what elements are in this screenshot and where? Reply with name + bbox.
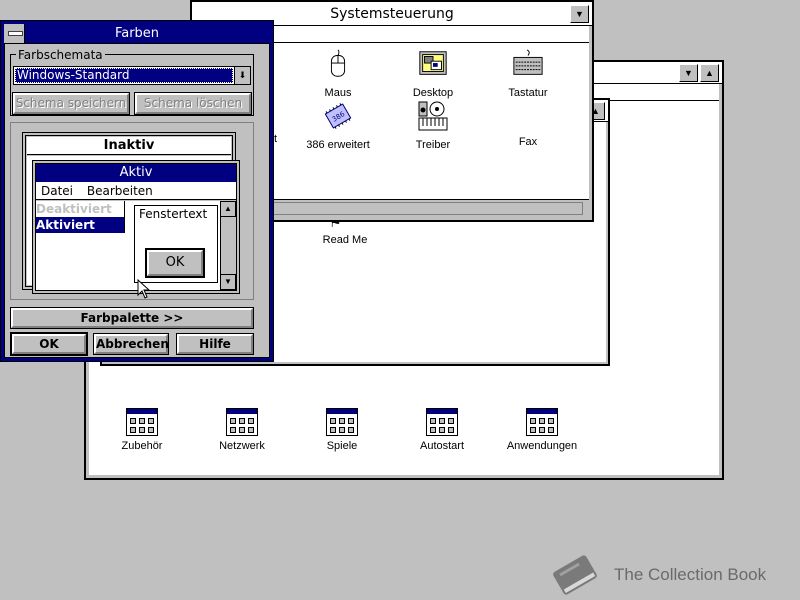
- preview-highlighted-item: Aktiviert: [36, 217, 124, 233]
- colors-dialog-titlebar[interactable]: Farben: [4, 24, 270, 44]
- preview-left-border: [124, 201, 125, 233]
- group-autostart[interactable]: Autostart: [397, 408, 487, 452]
- preview-message-box: Fenstertext OK: [134, 205, 218, 283]
- color-palette-button[interactable]: Farbpalette >>: [10, 307, 254, 329]
- scheme-dropdown[interactable]: Windows-Standard ⬇: [13, 66, 251, 85]
- control-item-fax[interactable]: Fax: [483, 100, 573, 148]
- program-group-icon: [326, 408, 358, 436]
- preview-inactive-title: Inaktiv: [27, 137, 231, 155]
- preview-disabled-item: Deaktiviert: [36, 202, 112, 216]
- item-label: Desktop: [412, 87, 454, 99]
- group-zubehoer[interactable]: Zubehör: [97, 408, 187, 452]
- preview-scrollbar: ▲ ▼: [220, 201, 236, 290]
- group-spiele[interactable]: Spiele: [297, 408, 387, 452]
- preview-menubar: Datei Bearbeiten: [36, 182, 236, 200]
- preview-window-text: Fenstertext: [139, 207, 208, 221]
- preview-ok-button: OK: [145, 248, 205, 278]
- control-item-desktop[interactable]: Desktop: [388, 48, 478, 99]
- dropdown-arrow-icon[interactable]: ⬇: [234, 67, 250, 84]
- group-anwendungen[interactable]: Anwendungen: [497, 408, 587, 452]
- fax-icon: [512, 100, 544, 132]
- group-label: Spiele: [326, 440, 358, 452]
- program-group-icon: [426, 408, 458, 436]
- watermark: The Collection Book: [548, 552, 798, 598]
- item-label: Treiber: [415, 139, 451, 151]
- scroll-up-icon: ▲: [220, 201, 236, 217]
- preview-active-window: Aktiv Datei Bearbeiten Deaktiviert Aktiv…: [32, 160, 240, 294]
- maximize-button[interactable]: ▲: [700, 64, 719, 82]
- cut-off-item-label: t: [274, 133, 278, 145]
- delete-scheme-button[interactable]: Schema löschen: [134, 92, 252, 115]
- color-preview[interactable]: Inaktiv Aktiv Datei Bearbeiten Deaktivie…: [10, 122, 254, 300]
- program-group-icon: [226, 408, 258, 436]
- minimize-button[interactable]: ▼: [679, 64, 698, 82]
- watermark-text: The Collection Book: [614, 565, 767, 584]
- cancel-button[interactable]: Abbrechen: [93, 333, 169, 355]
- program-group-icon: [126, 408, 158, 436]
- item-label: Fax: [518, 136, 538, 148]
- keyboard-icon: [513, 49, 543, 75]
- group-label: Anwendungen: [506, 440, 578, 452]
- item-label: Maus: [324, 87, 352, 99]
- item-label: Read Me: [322, 234, 368, 246]
- scroll-down-icon: ▼: [220, 274, 236, 290]
- group-label: Zubehör: [121, 440, 163, 452]
- group-label: Netzwerk: [219, 440, 265, 452]
- item-label: 386 erweitert: [306, 139, 370, 151]
- help-button[interactable]: Hilfe: [176, 333, 254, 355]
- system-menu-button[interactable]: [4, 24, 25, 43]
- scheme-group-label: Farbschemata: [16, 48, 105, 62]
- mouse-icon: [330, 49, 346, 77]
- desktop-icon: [419, 51, 447, 75]
- control-item-treiber[interactable]: Treiber: [388, 100, 478, 151]
- preview-menu-file: Datei: [41, 184, 74, 198]
- scheme-dropdown-value: Windows-Standard: [15, 68, 233, 83]
- ok-button[interactable]: OK: [10, 332, 88, 356]
- preview-active-title: Aktiv: [36, 164, 236, 182]
- preview-workspace: Deaktiviert Aktiviert Fenstertext OK ▲ ▼: [36, 201, 236, 290]
- control-item-maus[interactable]: Maus: [293, 48, 383, 99]
- minimize-button[interactable]: ▼: [570, 5, 589, 23]
- book-icon: [553, 555, 597, 595]
- group-netzwerk[interactable]: Netzwerk: [197, 408, 287, 452]
- item-label: Tastatur: [508, 87, 548, 99]
- control-item-386[interactable]: 386 386 erweitert: [293, 100, 383, 151]
- drivers-icon: [418, 101, 448, 131]
- preview-menu-edit: Bearbeiten: [86, 184, 153, 198]
- chip-icon: 386: [324, 103, 352, 129]
- colors-dialog: Farben Farbschemata Windows-Standard ⬇ S…: [0, 20, 274, 362]
- program-group-icon: [526, 408, 558, 436]
- control-item-tastatur[interactable]: Tastatur: [483, 48, 573, 99]
- save-scheme-button[interactable]: Schema speichern: [12, 92, 130, 115]
- mouse-cursor-icon: [137, 279, 151, 299]
- group-label: Autostart: [419, 440, 465, 452]
